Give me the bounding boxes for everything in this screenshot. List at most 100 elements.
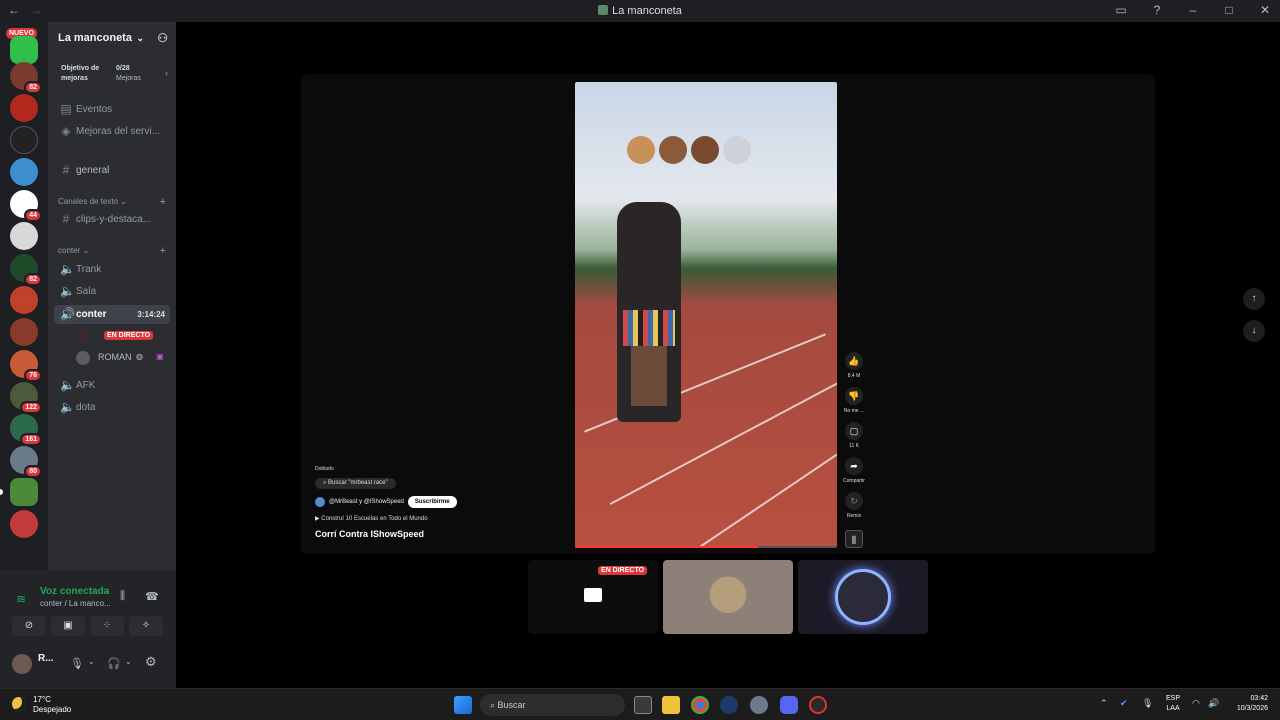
settings-icon[interactable] [750,696,768,714]
comments-action[interactable]: ▢ 11 K [839,422,869,449]
taskbar-search[interactable]: ⌕ Buscar [480,694,625,716]
microphone-icon[interactable]: 🎙 [1142,698,1153,709]
voice-channel-trank[interactable]: 🔈 Trank [54,260,170,279]
volume-icon[interactable]: 🔊 [1208,698,1219,709]
participant-tile-cat[interactable] [663,560,793,634]
maximize-icon[interactable]: □ [1222,3,1236,17]
next-video-button[interactable]: ↓ [1243,320,1265,342]
remix-action[interactable]: ↻ Remix [839,492,869,519]
disconnect-icon[interactable]: ☎ [145,590,159,603]
system-clock[interactable]: 03:42 10/3/2026 [1226,694,1268,714]
chrome-icon[interactable] [691,696,709,714]
voice-connected-sub[interactable]: conter / La manco... [40,599,111,608]
share-action[interactable]: ➦ Compartir [839,457,869,484]
server-header[interactable]: La manconeta ⌄ ⚇ [48,22,176,56]
category-conter[interactable]: conter ⌄ + [58,245,166,257]
server-icon-12[interactable]: 122 [10,382,42,414]
search-chip[interactable]: ⌕ Buscar "mrbeast race" [315,478,396,489]
steelseries-icon[interactable] [809,696,827,714]
server-icon-5[interactable] [10,158,38,186]
sound-action[interactable]: ⫼ [839,530,869,551]
task-view-icon[interactable] [634,696,652,714]
video-title[interactable]: Corrí Contra IShowSpeed [315,529,424,539]
settings-gear-icon[interactable]: ⚙ [145,654,157,670]
shorts-video[interactable] [575,82,837,548]
channel-general[interactable]: # general [54,161,170,180]
moon-weather-icon[interactable] [12,697,26,711]
speaker-icon: 🔈 [60,262,75,276]
microphone-icon[interactable]: 🎙 [70,657,84,670]
server-icon-14[interactable]: 80 [10,446,42,478]
windows-start-icon[interactable] [454,696,472,714]
steam-icon[interactable] [720,696,738,714]
server-icon-7[interactable] [10,222,38,250]
unread-badge: 44 [24,209,42,222]
voice-channel-conter[interactable]: 🔊 conter 3:14:24 [54,305,170,324]
previous-video-button[interactable]: ↑ [1243,288,1265,310]
subscribe-button[interactable]: Suscribirme [407,496,457,508]
voice-user-roman[interactable]: ROMAN ◍ ▣ [76,350,168,366]
chevron-down-icon[interactable]: ⌄ [88,657,95,666]
temperature: 17°C [33,695,51,704]
server-icon-16[interactable] [10,510,38,538]
soundboard-button[interactable]: ✧ [129,616,163,636]
server-icon-2[interactable]: 82 [10,62,42,94]
server-icon-15[interactable] [0,478,38,506]
search-label: Buscar [497,700,526,710]
noise-suppression-icon[interactable]: ⫼ [120,590,125,603]
voice-channel-dota[interactable]: 🔈 dota [54,398,170,417]
channel-clips[interactable]: # clips-y-destaca... [54,210,170,229]
server-icon [598,5,609,15]
channel-name[interactable]: @MrBeast y @IShowSpeed [329,499,404,505]
close-icon[interactable]: ✕ [1258,3,1272,17]
minimize-icon[interactable]: – [1186,3,1200,17]
app-tray-icon[interactable]: ✔ [1120,698,1128,709]
dislike-label: No me ... [843,408,865,414]
channel-avatar[interactable] [315,497,325,507]
server-icon-10[interactable] [10,318,38,346]
dislike-action[interactable]: 👎 No me ... [839,387,869,414]
user-name[interactable]: R... [38,653,54,664]
voice-user-panel: ≋ Voz conectada conter / La manco... ⫼ ☎… [0,570,176,688]
promo-line[interactable]: ▶ Construí 10 Escuelas en Todo el Mundo [315,515,428,522]
inbox-icon[interactable]: ▭ [1114,3,1128,17]
add-channel-icon[interactable]: + [160,196,166,208]
server-icon-13[interactable]: 161 [10,414,42,446]
discord-icon[interactable] [780,696,798,714]
server-icon-6[interactable]: 44 [10,190,42,222]
file-explorer-icon[interactable] [662,696,680,714]
participant-tile-stream[interactable]: EN DIRECTO [528,560,658,634]
chevron-down-icon[interactable]: ⌄ [125,657,132,666]
chevron-up-icon[interactable]: ⌃ [1100,698,1108,709]
voice-user-streaming[interactable]: EN DIRECTO [76,328,168,344]
help-icon[interactable]: ? [1150,3,1164,17]
headphones-icon[interactable]: 🎧 [107,657,121,670]
weather-widget[interactable]: 17°C Despejado [33,695,71,715]
boost-goal[interactable]: Objetivo de mejoras 0/28 Mejoras › [54,60,170,86]
server-icon-8[interactable]: 82 [10,254,42,286]
like-action[interactable]: 👍 8,4 M [839,352,869,379]
video-progress[interactable] [575,546,837,548]
add-channel-icon[interactable]: + [160,245,166,257]
server-icon-1[interactable] [10,36,38,64]
channel-eventos[interactable]: ▤ Eventos [54,100,170,119]
participant-tile-user[interactable] [798,560,928,634]
server-icon-9[interactable] [10,286,38,314]
server-icon-3[interactable] [10,94,38,122]
screen-share-button[interactable]: ▣ [51,616,85,636]
camera-off-button[interactable]: ⊘ [12,616,46,636]
invite-icon[interactable]: ⚇ [157,31,168,45]
server-icon-4[interactable] [10,126,38,154]
voice-channel-sala[interactable]: 🔈 Sala [54,282,170,301]
voice-connected-title[interactable]: Voz conectada [40,586,109,597]
stream-stage[interactable]: 👍 8,4 M 👎 No me ... ▢ 11 K ➦ Compartir ↻ Remi… [301,74,1265,554]
category-canales-texto[interactable]: Canales de texto ⌄ + [58,196,166,208]
voice-channel-afk[interactable]: 🔈 AFK [54,376,170,395]
activities-button[interactable]: ⁘ [90,616,124,636]
selected-pill [0,489,3,495]
avatar[interactable] [12,654,32,674]
server-icon-11[interactable]: 76 [10,350,42,382]
wifi-icon[interactable]: ◠ [1192,698,1200,709]
language-indicator[interactable]: ESP LAA [1166,694,1180,714]
channel-mejoras[interactable]: ◈ Mejoras del servi... [54,122,170,141]
